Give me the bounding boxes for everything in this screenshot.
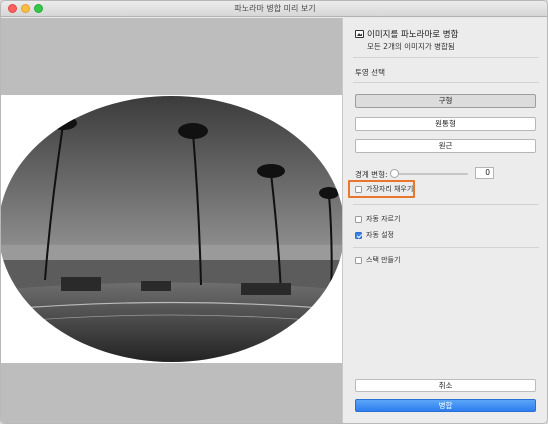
window-title: 파노라마 병합 미리 보기 xyxy=(234,4,316,13)
divider xyxy=(353,247,539,248)
divider xyxy=(353,204,539,205)
auto-crop-checkbox[interactable] xyxy=(355,215,362,223)
panorama-canvas xyxy=(1,95,342,363)
projection-cylindrical-button[interactable]: 원통형 xyxy=(355,117,536,131)
create-stack-label: 스택 만들기 xyxy=(366,256,401,264)
fill-edges-checkbox-row[interactable]: 가장자리 채우기 xyxy=(355,184,413,194)
merge-options-panel: 이미지를 파노라마로 병합 모든 2개의 이미지가 병합됨 투영 선택 구형 원… xyxy=(342,18,547,423)
auto-settings-checkbox[interactable] xyxy=(355,231,362,239)
create-stack-checkbox-row[interactable]: 스택 만들기 xyxy=(355,255,400,265)
fill-edges-checkbox[interactable] xyxy=(355,185,362,193)
panel-subtitle: 모든 2개의 이미지가 병합됨 xyxy=(367,42,455,51)
merge-button[interactable]: 병합 xyxy=(355,399,536,412)
auto-settings-checkbox-row[interactable]: 자동 설정 xyxy=(355,230,394,240)
auto-crop-label: 자동 자르기 xyxy=(366,215,401,223)
boundary-warp-slider-thumb[interactable] xyxy=(390,169,399,178)
create-stack-checkbox[interactable] xyxy=(355,256,362,264)
boundary-warp-track[interactable] xyxy=(392,173,468,175)
panorama-icon xyxy=(355,30,364,38)
panorama-merge-window: 파노라마 병합 미리 보기 이미지를 파노라마로 병합 모든 2개의 이미지가 … xyxy=(0,0,548,424)
panorama-preview-area xyxy=(1,18,342,423)
divider xyxy=(353,82,539,83)
divider xyxy=(353,57,539,58)
boundary-warp-value-field[interactable]: 0 xyxy=(475,167,494,179)
panel-title: 이미지를 파노라마로 병합 xyxy=(367,30,459,40)
title-bar: 파노라마 병합 미리 보기 xyxy=(1,1,547,17)
projection-label: 투영 선택 xyxy=(355,68,385,77)
projection-perspective-button[interactable]: 원근 xyxy=(355,139,536,153)
projection-spherical-button[interactable]: 구형 xyxy=(355,94,536,108)
cancel-button[interactable]: 취소 xyxy=(355,379,536,392)
boundary-warp-label: 경계 변형: xyxy=(355,170,388,179)
panorama-preview-image xyxy=(1,96,342,362)
fill-edges-label: 가장자리 채우기 xyxy=(366,185,414,193)
auto-crop-checkbox-row[interactable]: 자동 자르기 xyxy=(355,214,400,224)
auto-settings-label: 자동 설정 xyxy=(366,231,394,239)
